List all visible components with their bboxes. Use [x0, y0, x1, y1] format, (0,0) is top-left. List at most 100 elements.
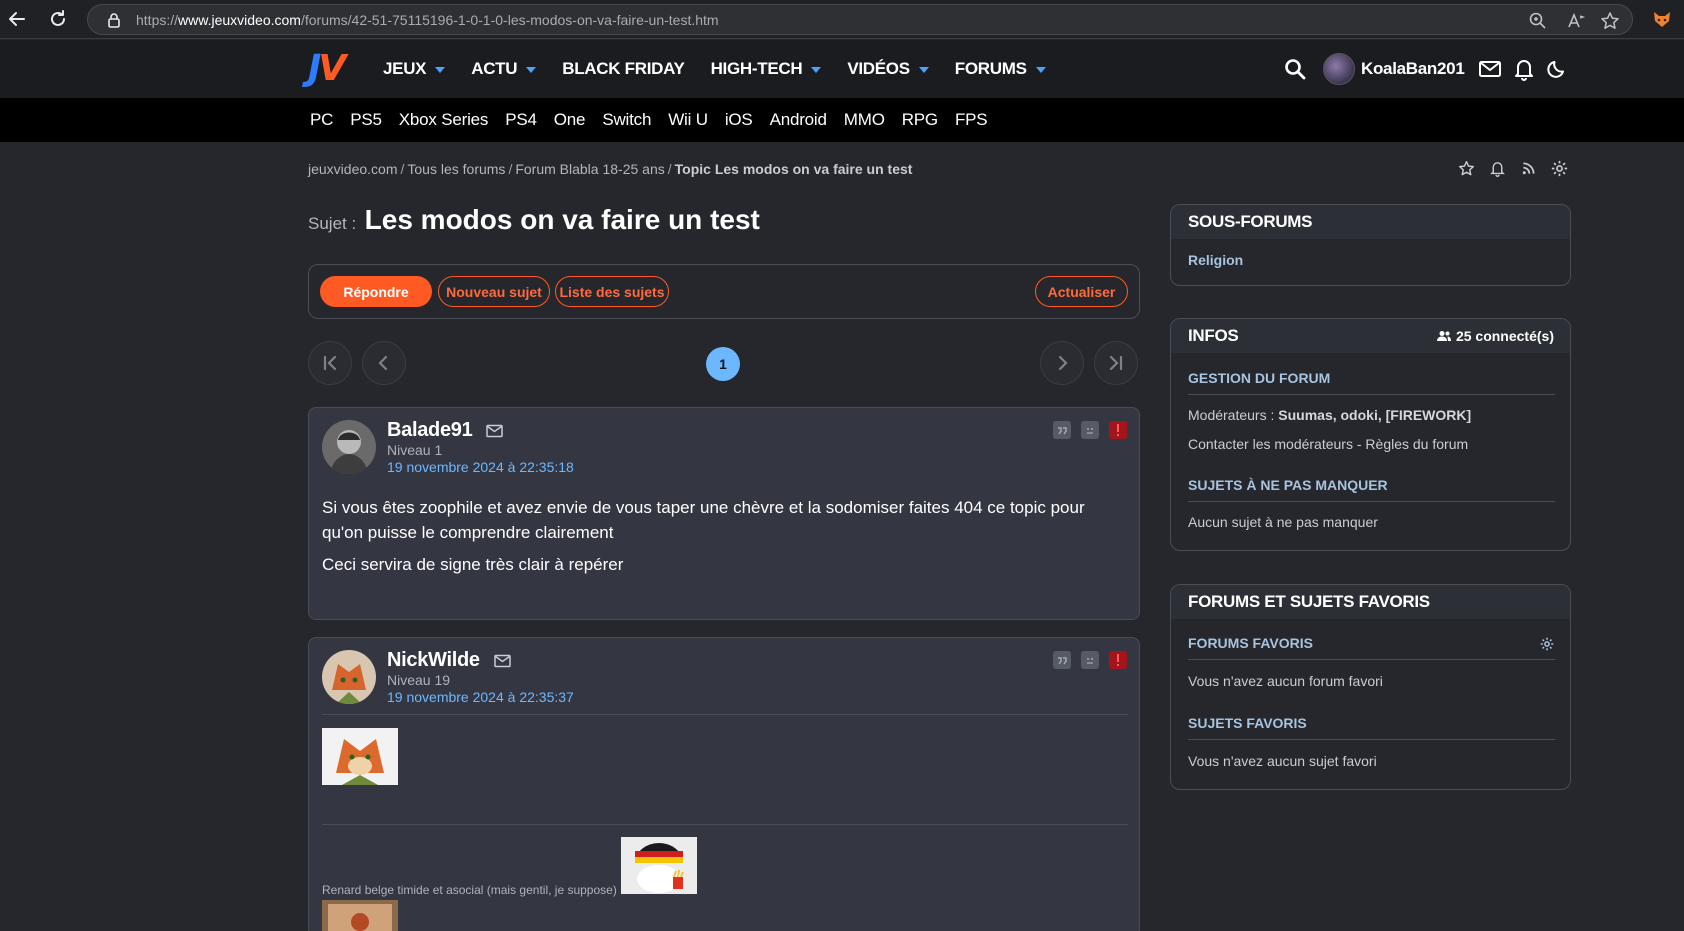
search-icon[interactable]	[1284, 58, 1306, 80]
platform-link-android[interactable]: Android	[770, 110, 827, 130]
main-menu: JEUX ACTU BLACK FRIDAY HIGH-TECH VIDÉOS FORUM…	[383, 40, 1072, 98]
star-icon[interactable]	[1458, 160, 1475, 177]
new-topic-button[interactable]: Nouveau sujet	[438, 276, 550, 307]
caret-down-icon	[918, 67, 929, 73]
nav-item-black-friday[interactable]: BLACK FRIDAY	[562, 59, 685, 79]
bell-icon[interactable]	[1513, 57, 1535, 81]
post-actions	[1053, 421, 1127, 439]
platform-list: PC PS5 Xbox Series PS4 One Switch Wii U iOS Andr…	[310, 98, 1004, 142]
platform-link-one[interactable]: One	[554, 110, 586, 130]
nav-item-high-tech[interactable]: HIGH-TECH	[711, 59, 822, 79]
platform-link-switch[interactable]: Switch	[602, 110, 651, 130]
first-page-button[interactable]	[308, 341, 352, 385]
report-alert-icon[interactable]	[1109, 651, 1127, 669]
quote-icon[interactable]	[1053, 651, 1071, 669]
subforums-panel: SOUS-FORUMS Religion	[1170, 204, 1571, 286]
next-page-button[interactable]	[1040, 341, 1084, 385]
section-divider	[1188, 501, 1555, 502]
ignore-user-icon[interactable]	[1081, 651, 1099, 669]
favorite-star-icon[interactable]	[1600, 11, 1620, 31]
breadcrumb-link-forum[interactable]: Forum Blabla 18-25 ans	[515, 161, 664, 177]
lock-icon[interactable]	[106, 12, 122, 28]
topic-tools	[1458, 160, 1568, 177]
reply-button[interactable]: Répondre	[320, 276, 432, 307]
nav-item-vid-os[interactable]: VIDÉOS	[847, 59, 929, 79]
platform-link-wii-u[interactable]: Wii U	[668, 110, 708, 130]
browser-toolbar: https://www.jeuxvideo.com/forums/42-51-7…	[0, 0, 1684, 39]
favorites-gear-icon[interactable]	[1540, 637, 1554, 651]
platform-link-mmo[interactable]: MMO	[844, 110, 885, 130]
gear-icon[interactable]	[1551, 160, 1568, 177]
favorite-topics-empty: Vous n'avez aucun sujet favori	[1188, 753, 1377, 769]
refresh-button[interactable]: Actualiser	[1035, 276, 1128, 307]
post-author[interactable]: NickWilde	[387, 649, 511, 672]
post-image-fox[interactable]	[322, 728, 398, 785]
report-alert-icon[interactable]	[1109, 421, 1127, 439]
last-page-button[interactable]	[1094, 341, 1138, 385]
moderators-names[interactable]: Suumas, odoki, [FIREWORK]	[1278, 407, 1471, 423]
nav-item-actu[interactable]: ACTU	[471, 59, 537, 79]
nav-item-jeux[interactable]: JEUX	[383, 59, 446, 79]
breadcrumb-current: Topic Les modos on va faire un test	[674, 161, 913, 177]
quote-icon[interactable]	[1053, 421, 1071, 439]
contact-moderators-link[interactable]: Contacter les modérateurs	[1188, 436, 1353, 452]
users-icon	[1436, 330, 1451, 342]
main-navbar: JV JEUX ACTU BLACK FRIDAY HIGH-TECH VIDÉOS FO…	[0, 40, 1684, 98]
breadcrumb: jeuxvideo.com / Tous les forums / Forum Blab…	[308, 161, 913, 177]
forum-management-title: GESTION DU FORUM	[1188, 370, 1331, 386]
jv-logo[interactable]: JV	[308, 49, 346, 89]
user-avatar[interactable]	[1323, 53, 1355, 85]
platform-link-ios[interactable]: iOS	[725, 110, 753, 130]
previous-page-button[interactable]	[362, 341, 406, 385]
private-message-icon[interactable]	[486, 424, 504, 438]
topic-list-button[interactable]: Liste des sujets	[555, 276, 669, 307]
platform-link-ps4[interactable]: PS4	[505, 110, 537, 130]
subject-label: Sujet :	[308, 214, 357, 233]
post-date[interactable]: 19 novembre 2024 à 22:35:18	[387, 459, 574, 475]
platform-link-fps[interactable]: FPS	[955, 110, 988, 130]
author-avatar[interactable]	[322, 420, 376, 474]
zoom-icon[interactable]	[1528, 11, 1548, 31]
extension-fox-icon[interactable]	[1651, 8, 1673, 30]
post-author[interactable]: Balade91	[387, 419, 504, 442]
rss-icon[interactable]	[1520, 160, 1537, 177]
url-text: https://www.jeuxvideo.com/forums/42-51-7…	[136, 12, 719, 28]
user-area: KoalaBan201	[1284, 40, 1568, 98]
favorite-forums-title: FORUMS FAVORIS	[1188, 635, 1313, 651]
platform-link-rpg[interactable]: RPG	[902, 110, 938, 130]
address-bar[interactable]: https://www.jeuxvideo.com/forums/42-51-7…	[87, 4, 1633, 35]
platform-link-pc[interactable]: PC	[310, 110, 333, 130]
caret-down-icon	[1035, 67, 1046, 73]
section-divider	[1188, 394, 1555, 395]
breadcrumb-link-all-forums[interactable]: Tous les forums	[407, 161, 505, 177]
private-message-icon[interactable]	[493, 654, 511, 668]
ignore-user-icon[interactable]	[1081, 421, 1099, 439]
back-arrow-icon[interactable]	[6, 8, 28, 30]
caret-down-icon	[435, 67, 446, 73]
subforum-link-religion[interactable]: Religion	[1188, 252, 1243, 268]
username[interactable]: KoalaBan201	[1361, 59, 1465, 79]
moderators-line: Modérateurs : Suumas, odoki, [FIREWORK]	[1188, 407, 1472, 423]
read-aloud-icon[interactable]	[1566, 11, 1586, 31]
platform-link-xbox-series[interactable]: Xbox Series	[399, 110, 489, 130]
notification-bell-icon[interactable]	[1489, 160, 1506, 177]
caret-down-icon	[811, 67, 822, 73]
topic-action-bar: Répondre Nouveau sujet Liste des sujets …	[308, 264, 1140, 319]
reload-icon[interactable]	[47, 8, 69, 30]
caret-down-icon	[526, 67, 537, 73]
forum-rules-link[interactable]: Règles du forum	[1365, 436, 1468, 452]
contact-rules-line: Contacter les modérateurs - Règles du fo…	[1188, 436, 1469, 452]
platform-bar: PC PS5 Xbox Series PS4 One Switch Wii U iOS Andr…	[0, 98, 1684, 142]
mail-icon[interactable]	[1478, 58, 1502, 80]
breadcrumb-link-home[interactable]: jeuxvideo.com	[308, 161, 398, 177]
signature-image-bottom[interactable]	[322, 900, 398, 931]
current-page[interactable]: 1	[706, 347, 740, 381]
post-actions	[1053, 651, 1127, 669]
post-date[interactable]: 19 novembre 2024 à 22:35:37	[387, 689, 574, 705]
chevron-right-icon	[1058, 355, 1068, 371]
platform-link-ps5[interactable]: PS5	[350, 110, 382, 130]
dark-mode-moon-icon[interactable]	[1546, 58, 1568, 80]
author-avatar[interactable]	[322, 650, 376, 704]
nav-item-forums[interactable]: FORUMS	[955, 59, 1046, 79]
signature-image-cat[interactable]	[621, 837, 697, 894]
